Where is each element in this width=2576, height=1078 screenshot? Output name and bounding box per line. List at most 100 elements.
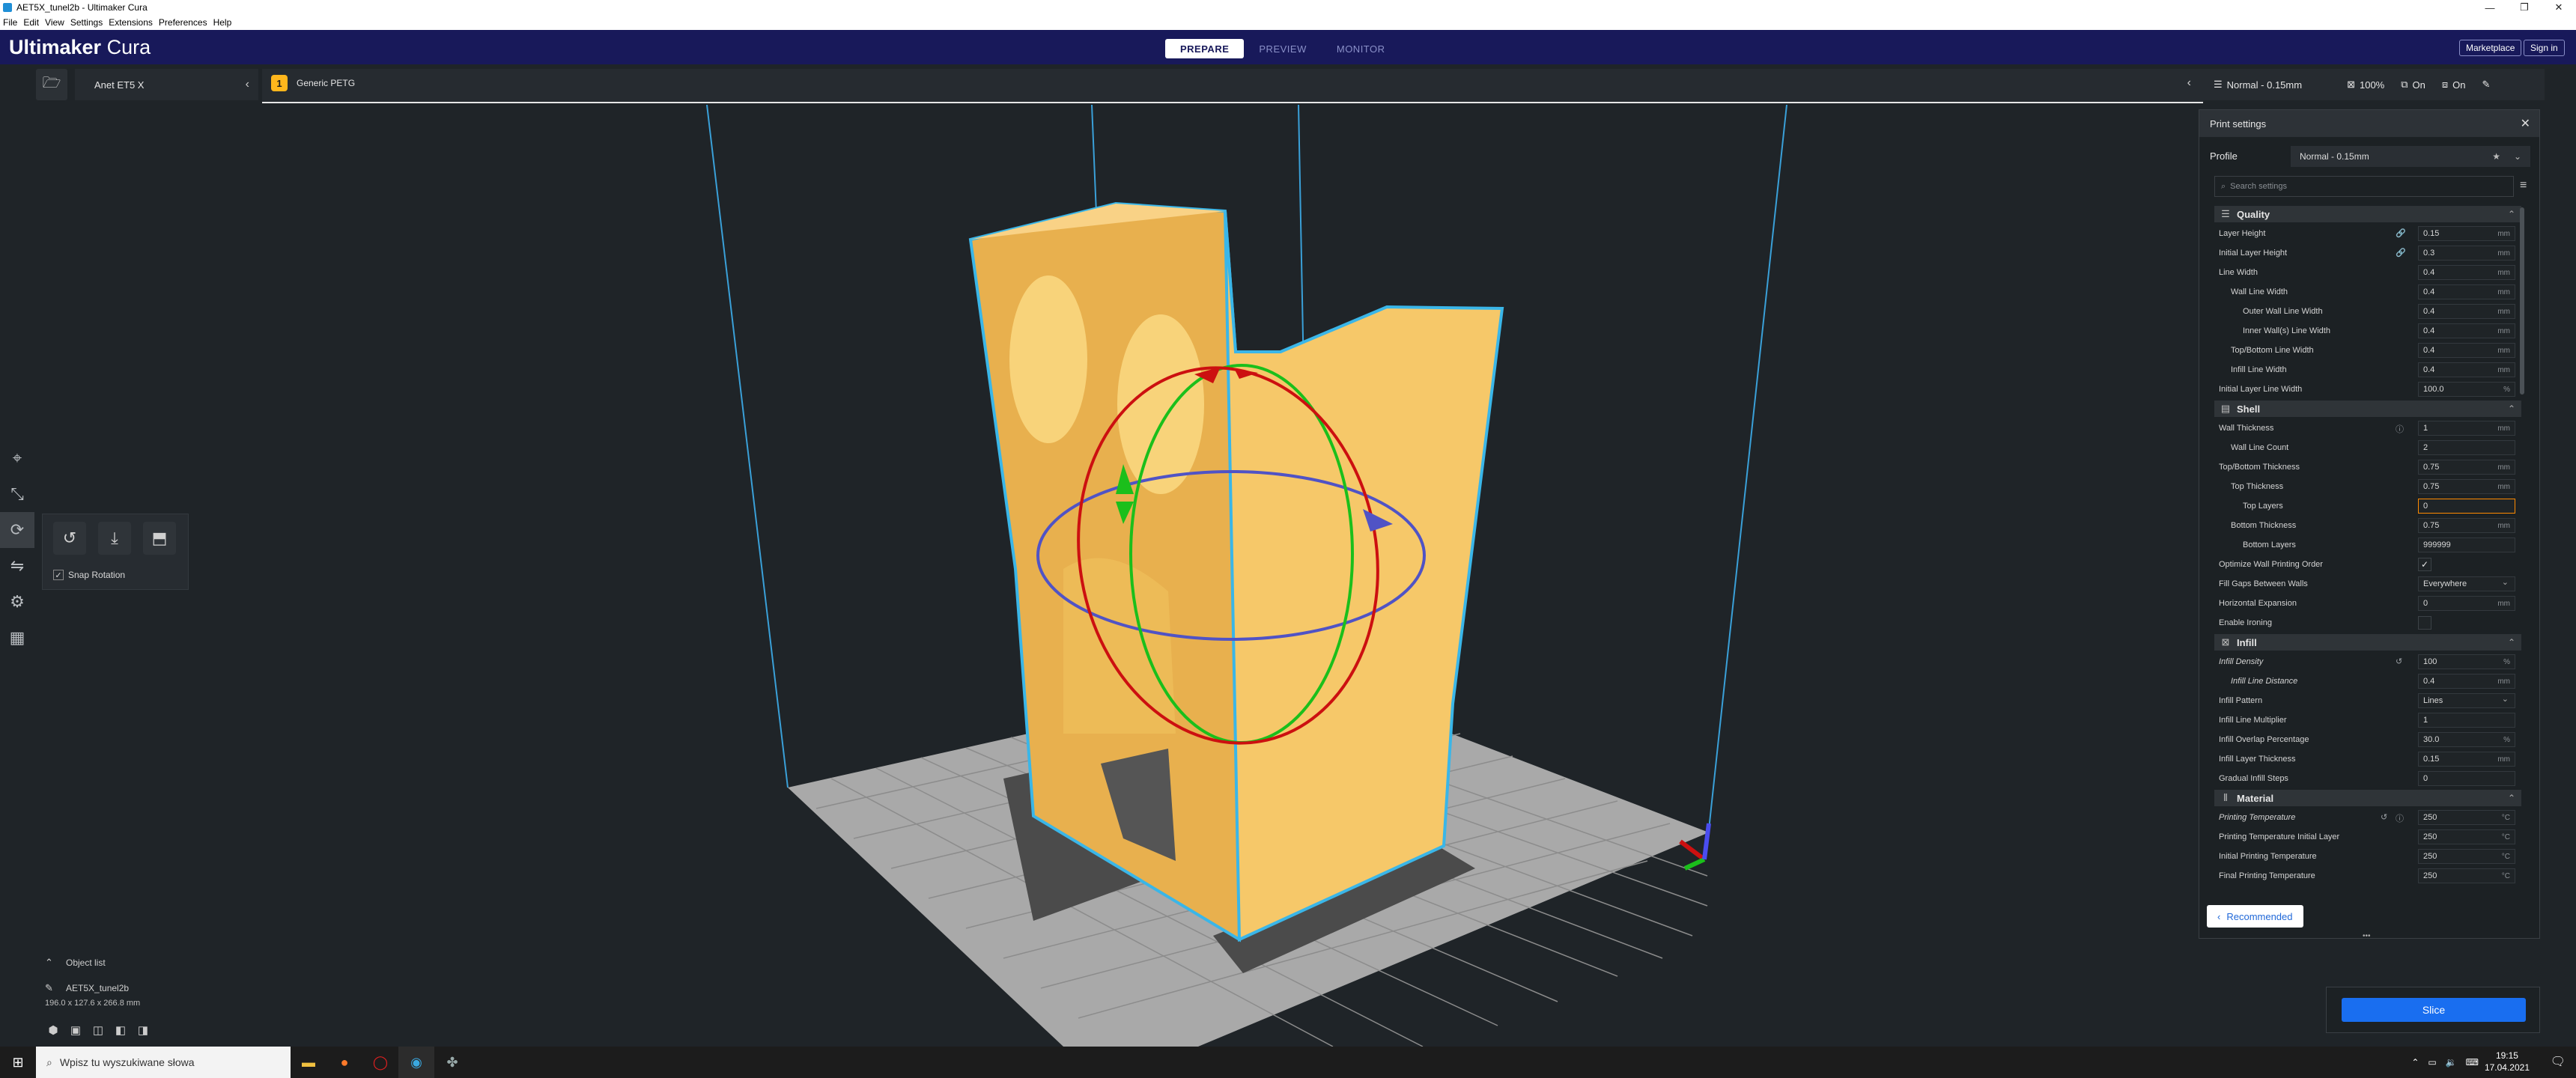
- setting-input[interactable]: 1 mm: [2418, 421, 2515, 436]
- category-material[interactable]: ⫴ Material ⌃: [2214, 790, 2521, 806]
- cura-taskbar-icon[interactable]: ◉: [398, 1047, 434, 1078]
- setting-input[interactable]: 100%: [2418, 654, 2515, 669]
- category-infill[interactable]: ⊠ Infill ⌃: [2214, 634, 2521, 651]
- chevron-up-icon[interactable]: ⌃: [2411, 1057, 2419, 1068]
- settings-menu-icon[interactable]: ≡: [2520, 179, 2527, 192]
- category-quality[interactable]: ☰ Quality ⌃: [2214, 206, 2521, 222]
- setting-input[interactable]: 1: [2418, 713, 2515, 728]
- tab-monitor[interactable]: MONITOR: [1322, 39, 1400, 58]
- menu-file[interactable]: File: [3, 17, 17, 28]
- setting-input[interactable]: 250 °C: [2418, 810, 2515, 825]
- minimize-button[interactable]: —: [2473, 0, 2507, 15]
- setting-input[interactable]: 0.4 mm: [2418, 362, 2515, 377]
- snap-rotation-checkbox[interactable]: ✓: [53, 570, 64, 580]
- recommended-button[interactable]: ‹ Recommended: [2207, 905, 2303, 928]
- per-model-settings-button[interactable]: ⚙: [0, 584, 34, 620]
- right-view-icon[interactable]: ◨: [135, 1023, 151, 1038]
- setting-input[interactable]: 0.4 mm: [2418, 304, 2515, 319]
- search-settings-input[interactable]: ⌕ Search settings: [2214, 176, 2514, 197]
- reset-icon[interactable]: ↺: [2396, 657, 2402, 666]
- setting-input[interactable]: 0.4 mm: [2418, 323, 2515, 338]
- resize-handle-icon[interactable]: •••: [2363, 932, 2371, 940]
- tab-prepare[interactable]: PREPARE: [1165, 39, 1245, 58]
- top-view-icon[interactable]: ◫: [90, 1023, 106, 1038]
- firefox-icon[interactable]: ●: [326, 1047, 362, 1078]
- setting-input[interactable]: 0.3 mm: [2418, 246, 2515, 261]
- file-explorer-icon[interactable]: ▬: [291, 1047, 326, 1078]
- notification-icon[interactable]: 🗨: [2551, 1054, 2566, 1069]
- language-icon[interactable]: ⌨: [2466, 1057, 2479, 1068]
- setting-checkbox[interactable]: [2418, 616, 2431, 630]
- setting-input[interactable]: 0 mm: [2418, 596, 2515, 611]
- printer-selector[interactable]: Anet ET5 X ‹: [75, 69, 258, 100]
- clock[interactable]: 19:15 17.04.2021: [2485, 1050, 2530, 1074]
- object-list-toggle[interactable]: ⌃ Object list: [45, 957, 129, 969]
- setting-input[interactable]: 0.75 mm: [2418, 518, 2515, 533]
- opera-icon[interactable]: ◯: [362, 1047, 398, 1078]
- menu-preferences[interactable]: Preferences: [159, 17, 207, 28]
- reset-icon[interactable]: ↺: [2381, 812, 2387, 822]
- setting-checkbox[interactable]: ✓: [2418, 558, 2431, 571]
- print-setup-selector[interactable]: ☰ Normal - 0.15mm ⊠ 100% ⧉ On ⧈ On ✎: [2203, 69, 2545, 100]
- move-tool-button[interactable]: ⌖: [0, 440, 34, 476]
- snap-rotation-toggle[interactable]: ✓ Snap Rotation: [53, 570, 125, 580]
- sign-in-button[interactable]: Sign in: [2524, 40, 2565, 56]
- setting-row: Enable Ironing: [2214, 613, 2521, 633]
- object-name-row[interactable]: ✎ AET5X_tunel2b: [45, 982, 129, 994]
- setting-input[interactable]: 0.75 mm: [2418, 460, 2515, 475]
- marketplace-button[interactable]: Marketplace: [2459, 40, 2522, 56]
- setting-input[interactable]: 100.0%: [2418, 382, 2515, 397]
- open-file-button[interactable]: 🗁: [36, 69, 67, 100]
- app-taskbar-icon[interactable]: ✤: [434, 1047, 470, 1078]
- setting-input[interactable]: 250 °C: [2418, 849, 2515, 864]
- maximize-button[interactable]: ❐: [2507, 0, 2542, 15]
- close-button[interactable]: ✕: [2542, 0, 2576, 15]
- lay-flat-button[interactable]: ⤓: [98, 522, 131, 555]
- scale-tool-button[interactable]: ⤡: [0, 476, 34, 512]
- close-icon[interactable]: ✕: [2521, 116, 2530, 131]
- setting-input[interactable]: 30.0%: [2418, 732, 2515, 747]
- volume-icon[interactable]: 🔉: [2446, 1057, 2457, 1068]
- network-icon[interactable]: ▭: [2428, 1057, 2436, 1068]
- taskbar-search-placeholder: Wpisz tu wyszukiwane słowa: [59, 1056, 195, 1068]
- support-blocker-button[interactable]: ▦: [0, 620, 34, 656]
- setting-input-warning[interactable]: 0: [2418, 499, 2515, 514]
- menu-view[interactable]: View: [45, 17, 64, 28]
- setting-input[interactable]: 0.75 mm: [2418, 479, 2515, 494]
- setting-input[interactable]: 250 °C: [2418, 868, 2515, 883]
- reset-rotation-button[interactable]: ↺: [53, 522, 86, 555]
- setting-input[interactable]: 250 °C: [2418, 829, 2515, 844]
- menu-extensions[interactable]: Extensions: [109, 17, 153, 28]
- left-view-icon[interactable]: ◧: [112, 1023, 129, 1038]
- setting-input[interactable]: 0.4 mm: [2418, 284, 2515, 299]
- link-icon: 🔗: [2396, 229, 2406, 238]
- 3d-view-icon[interactable]: ⬢: [45, 1023, 61, 1038]
- setting-input[interactable]: 0.4 mm: [2418, 674, 2515, 689]
- tab-preview[interactable]: PREVIEW: [1244, 39, 1321, 58]
- setting-input[interactable]: 999999: [2418, 538, 2515, 552]
- setting-input[interactable]: 2: [2418, 440, 2515, 455]
- menu-settings[interactable]: Settings: [70, 17, 103, 28]
- front-view-icon[interactable]: ▣: [67, 1023, 84, 1038]
- setting-dropdown[interactable]: Everywhere: [2418, 576, 2515, 591]
- settings-scrollbar[interactable]: [2520, 207, 2524, 395]
- slice-button[interactable]: Slice: [2342, 998, 2526, 1022]
- setting-input[interactable]: 0: [2418, 771, 2515, 786]
- rotate-tool-button[interactable]: ⟳: [0, 512, 34, 548]
- mirror-tool-button[interactable]: ⇋: [0, 548, 34, 584]
- setting-dropdown[interactable]: Lines: [2418, 693, 2515, 708]
- 3d-viewport[interactable]: [0, 104, 2576, 1047]
- setting-input[interactable]: 0.15 mm: [2418, 226, 2515, 241]
- menu-edit[interactable]: Edit: [23, 17, 39, 28]
- setting-input[interactable]: 0.4 mm: [2418, 265, 2515, 280]
- category-shell[interactable]: ▤ Shell ⌃: [2214, 401, 2521, 417]
- taskbar-search[interactable]: ⌕ Wpisz tu wyszukiwane słowa: [36, 1047, 291, 1078]
- select-face-button[interactable]: ⬒: [143, 522, 176, 555]
- setting-input[interactable]: 0.15 mm: [2418, 752, 2515, 767]
- material-selector[interactable]: 1 Generic PETG ‹: [262, 69, 2203, 103]
- setting-input[interactable]: 0.4 mm: [2418, 343, 2515, 358]
- profile-dropdown[interactable]: Normal - 0.15mm ★ ⌄: [2291, 146, 2530, 167]
- menu-help[interactable]: Help: [213, 17, 232, 28]
- windows-start-icon[interactable]: ⊞: [0, 1047, 36, 1078]
- star-icon[interactable]: ★: [2492, 151, 2500, 162]
